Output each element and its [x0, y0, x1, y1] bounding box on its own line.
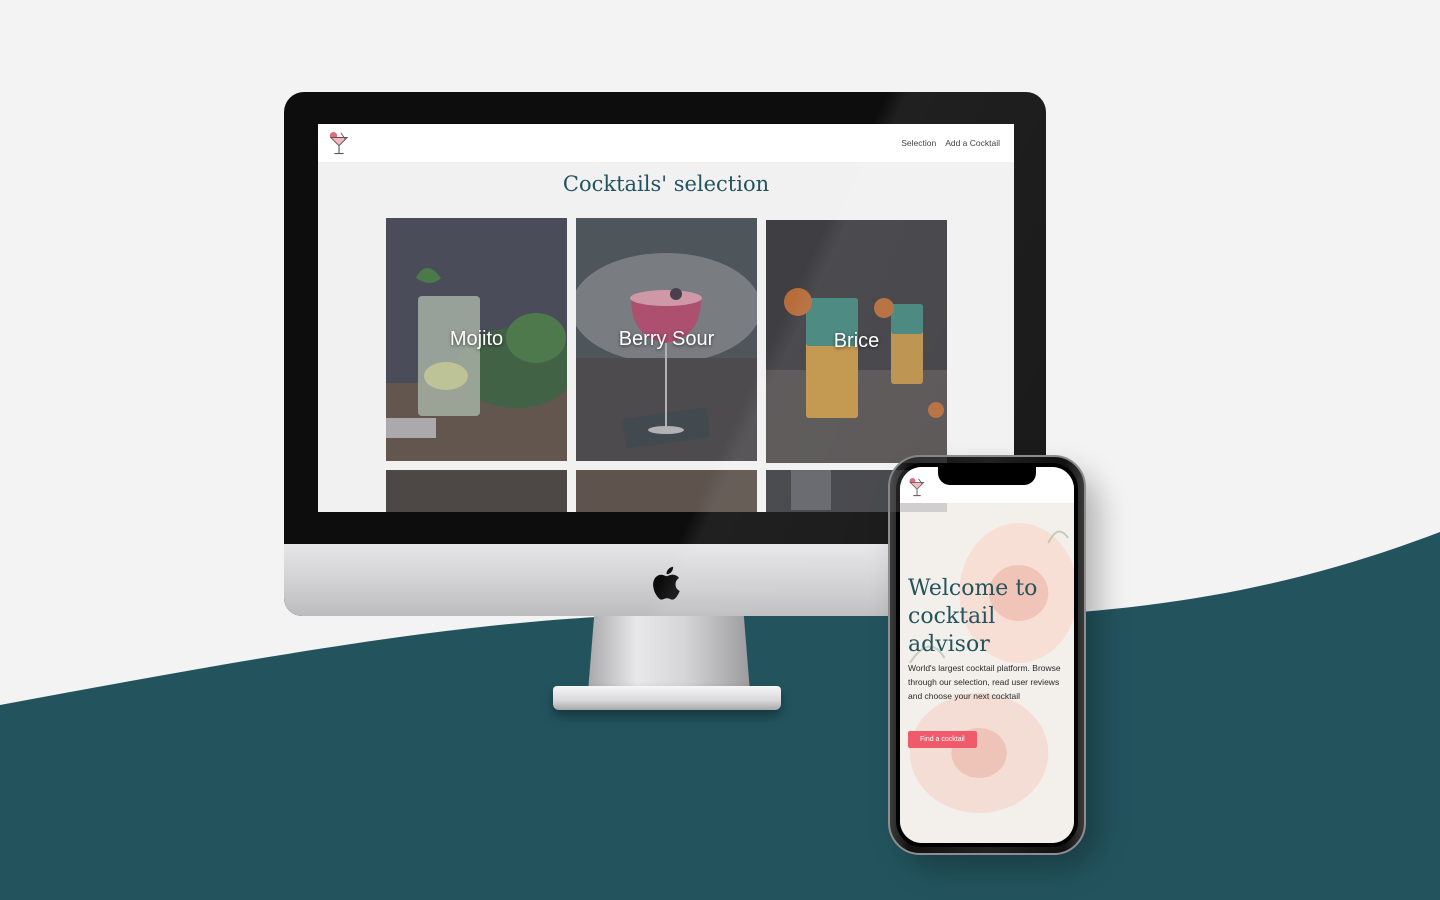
phone-bezel: Welcome to cocktail advisor World's larg…: [896, 463, 1078, 847]
cocktail-card[interactable]: [576, 470, 757, 512]
cocktail-glass-icon[interactable]: [328, 130, 350, 156]
nav-link-selection[interactable]: Selection: [901, 138, 936, 148]
iphone-device: Welcome to cocktail advisor World's larg…: [888, 455, 1086, 855]
desktop-nav-links: Selection Add a Cocktail: [901, 138, 1000, 148]
cocktail-card-berry-sour[interactable]: Berry Sour: [576, 218, 757, 461]
cocktail-card[interactable]: [386, 470, 567, 512]
imac-stand-base: [553, 686, 781, 710]
desktop-screen: Selection Add a Cocktail Cocktails' sele…: [318, 124, 1014, 512]
apple-icon: [653, 566, 680, 600]
imac-stand-neck: [588, 612, 750, 692]
hero-description: World's largest cocktail platform. Brows…: [908, 663, 1061, 701]
card-title: Mojito: [449, 328, 504, 350]
page-title: Cocktails' selection: [562, 172, 770, 196]
nav-link-add-cocktail[interactable]: Add a Cocktail: [945, 138, 1000, 148]
cocktail-card-mojito[interactable]: Mojito: [386, 218, 567, 461]
mobile-screen: Welcome to cocktail advisor World's larg…: [900, 467, 1074, 843]
card-title: Berry Sour: [618, 328, 715, 350]
hero-title: Welcome to cocktail advisor: [908, 576, 1038, 657]
desktop-navbar: Selection Add a Cocktail: [318, 124, 1014, 162]
phone-notch: [938, 467, 1036, 485]
cocktail-glass-icon[interactable]: [908, 476, 926, 498]
find-cocktail-button[interactable]: Find a cocktail: [908, 731, 977, 748]
card-overlay: [576, 470, 757, 512]
cocktail-card-brice[interactable]: Brice: [766, 220, 947, 463]
card-overlay: [386, 470, 567, 512]
card-title: Brice: [833, 330, 880, 352]
